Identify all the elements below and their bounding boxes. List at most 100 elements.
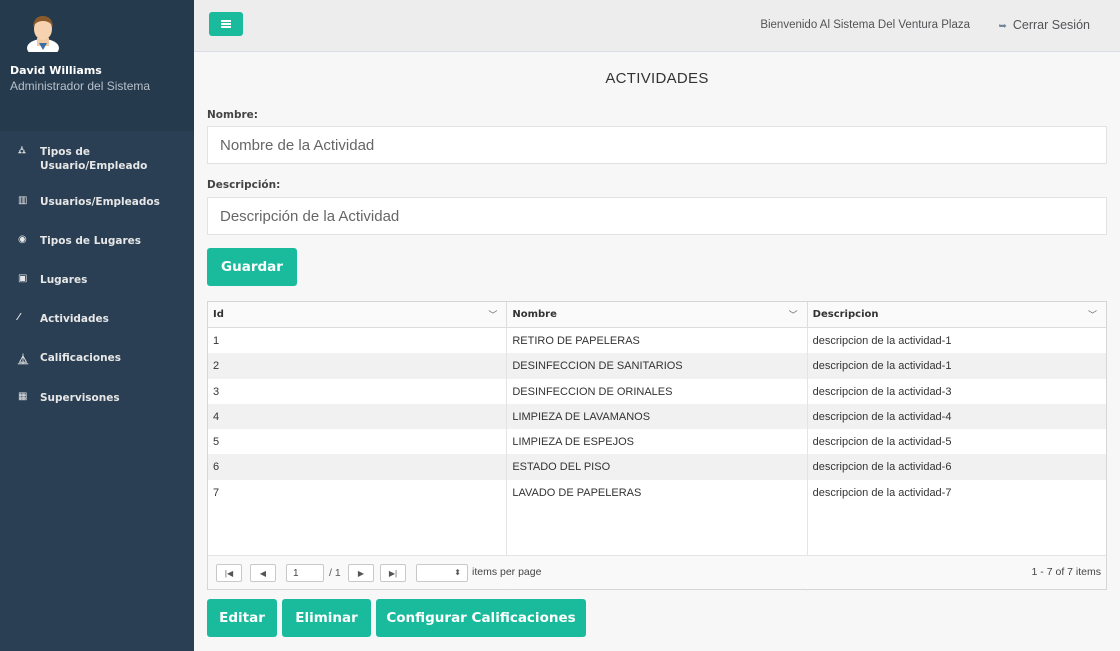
table-cell: 7	[208, 479, 508, 506]
table-cell: descripcion de la actividad-3	[812, 385, 952, 398]
column-header-label: Descripcion	[812, 309, 879, 320]
items-per-page-select[interactable]: ⬍	[416, 564, 468, 582]
table-cell: 6	[208, 454, 508, 480]
page-number-input[interactable]	[286, 564, 324, 582]
sidebar-item-label: Calificaciones	[40, 352, 121, 364]
menu-toggle-button[interactable]	[209, 12, 243, 36]
table-cell: 4	[208, 403, 508, 430]
items-count: 1 - 7 of 7 items	[1031, 566, 1101, 578]
column-header-label: Id	[213, 309, 224, 320]
sidebar-item-tipos-de-usuario-empleado[interactable]: ⛼ Tipos de Usuario/Empleado	[0, 145, 194, 173]
first-page-icon: |◀	[224, 568, 234, 578]
table-cell: RETIRO DE PAPELERAS	[507, 328, 808, 354]
column-header-id[interactable]: Id ﹀	[208, 302, 508, 327]
table-row[interactable]: 6 ESTADO DEL PISO descripcion de la activi…	[208, 454, 1106, 480]
table-cell: descripcion de la actividad-1	[812, 335, 952, 347]
sidebar-item-label: Supervisones	[40, 392, 120, 404]
logout-link[interactable]: ➥ Cerrar Sesión	[998, 18, 1090, 32]
sidebar-item-label: Actividades	[40, 313, 109, 325]
sidebar-item-label: Tipos de Lugares	[40, 235, 142, 247]
column-header-nombre[interactable]: Nombre ﹀	[507, 302, 808, 327]
page-title: ACTIVIDADES	[605, 70, 709, 87]
sidebar-item-usuarios-empleados[interactable]: ▥ Usuarios/Empleados	[0, 195, 194, 209]
save-button[interactable]: Guardar	[207, 248, 297, 286]
table-cell: descripcion de la actividad-5	[812, 436, 952, 449]
sidebar-nav: ⛼ Tipos de Usuario/Empleado ▥ Usuarios/Empl…	[0, 131, 194, 405]
table-cell: ESTADO DEL PISO	[507, 454, 808, 480]
column-header-label: Nombre	[512, 309, 557, 320]
sign-out-icon: ➥	[998, 21, 1007, 32]
user-role: Administrador del Sistema	[10, 79, 151, 93]
sidebar-item-lugares[interactable]: ▣ Lugares	[0, 273, 194, 287]
table-cell: 2	[208, 353, 508, 379]
configure-ratings-button[interactable]: Configurar Calificaciones	[376, 599, 586, 637]
description-label: Descripción:	[207, 179, 281, 191]
sidebar-item-actividades[interactable]: ⁄ Actividades	[0, 312, 194, 326]
image-icon: ▣	[18, 273, 28, 284]
top-bar: Bienvenido Al Sistema Del Ventura Plaza …	[194, 0, 1120, 52]
user-profile: David Williams Administrador del Sistema	[0, 0, 194, 131]
flask-icon: ⏅	[18, 355, 28, 366]
grid-pager: |◀ ◀ / 1 ▶ ▶| ⬍ items per page 1 - 7 of …	[208, 555, 1106, 589]
table-cell: DESINFECCION DE ORINALES	[507, 378, 808, 404]
hamburger-icon	[221, 23, 231, 25]
bar-chart-icon: ▥	[18, 195, 28, 206]
user-avatar-icon	[27, 16, 59, 52]
table-cell: descripcion de la actividad-1	[812, 360, 952, 373]
table-icon: ▦	[18, 391, 28, 402]
page-total: / 1	[329, 567, 341, 579]
last-page-icon: ▶|	[388, 568, 398, 578]
next-page-icon: ▶	[357, 568, 365, 578]
table-cell: 5	[208, 429, 508, 455]
delete-button[interactable]: Eliminar	[282, 599, 371, 637]
items-per-page-label: items per page	[472, 566, 542, 578]
avatar	[24, 12, 62, 52]
chevron-down-icon[interactable]: ﹀	[488, 308, 497, 321]
table-row[interactable]: 3 DESINFECCION DE ORINALES descripcion de …	[208, 378, 1106, 404]
sidebar-item-label: Tipos de Usuario/Empleado	[40, 146, 148, 172]
table-row[interactable]: 7 LAVADO DE PAPELERAS descripcion de la ac…	[208, 479, 1106, 506]
table-row[interactable]: 1 RETIRO DE PAPELERAS descripcion de la ac…	[208, 328, 1106, 354]
prev-page-icon: ◀	[259, 568, 267, 578]
magic-wand-icon: ⁄	[18, 312, 20, 323]
welcome-text: Bienvenido Al Sistema Del Ventura Plaza	[760, 19, 970, 31]
next-page-button[interactable]: ▶	[348, 564, 374, 582]
name-label: Nombre:	[207, 109, 258, 121]
last-page-button[interactable]: ▶|	[380, 564, 406, 582]
sidebar: David Williams Administrador del Sistema…	[0, 0, 194, 651]
sitemap-icon: ⛼	[18, 145, 26, 156]
chevron-down-icon[interactable]: ﹀	[1088, 308, 1097, 321]
table-cell: descripcion de la actividad-7	[812, 486, 952, 499]
table-cell: 1	[208, 328, 508, 354]
table-row[interactable]: 4 LIMPIEZA DE LAVAMANOS descripcion de la …	[208, 403, 1106, 430]
first-page-button[interactable]: |◀	[216, 564, 242, 582]
sidebar-item-label: Usuarios/Empleados	[40, 196, 160, 208]
logout-label: Cerrar Sesión	[1012, 18, 1090, 32]
sidebar-item-label: Lugares	[40, 274, 88, 286]
table-row[interactable]: 2 DESINFECCION DE SANITARIOS descripcion d…	[208, 353, 1106, 379]
description-input[interactable]	[207, 197, 1107, 235]
column-header-descripcion[interactable]: Descripcion ﹀	[808, 302, 1106, 327]
sidebar-item-supervisones[interactable]: ▦ Supervisones	[0, 391, 194, 405]
edit-button[interactable]: Editar	[207, 599, 277, 637]
name-input[interactable]	[207, 126, 1107, 164]
main-content: ACTIVIDADES Nombre: Descripción: Guardar…	[194, 52, 1120, 651]
table-cell: LAVADO DE PAPELERAS	[507, 479, 808, 506]
table-cell: DESINFECCION DE SANITARIOS	[507, 353, 808, 379]
table-cell: descripcion de la actividad-4	[812, 410, 952, 423]
table-cell: 3	[208, 378, 508, 404]
grid-header: Id ﹀ Nombre ﹀ Descripcion ﹀	[208, 302, 1106, 328]
select-arrows-icon: ⬍	[454, 568, 461, 577]
table-cell: LIMPIEZA DE ESPEJOS	[507, 429, 808, 455]
activities-grid: Id ﹀ Nombre ﹀ Descripcion ﹀ 1 RETIRO DE PAPE…	[207, 301, 1107, 592]
sidebar-item-calificaciones[interactable]: ⏅ Calificaciones	[0, 351, 194, 366]
prev-page-button[interactable]: ◀	[250, 564, 276, 582]
chevron-down-icon[interactable]: ﹀	[789, 308, 798, 321]
table-cell: LIMPIEZA DE LAVAMANOS	[507, 403, 808, 430]
globe-icon: ◉	[18, 234, 27, 245]
sidebar-item-tipos-de-lugares[interactable]: ◉ Tipos de Lugares	[0, 234, 194, 248]
user-name: David Williams	[10, 64, 102, 77]
table-cell: descripcion de la actividad-6	[812, 461, 952, 474]
table-row[interactable]: 5 LIMPIEZA DE ESPEJOS descripcion de la ac…	[208, 429, 1106, 455]
grid-body: 1 RETIRO DE PAPELERAS descripcion de la ac…	[208, 328, 1106, 506]
